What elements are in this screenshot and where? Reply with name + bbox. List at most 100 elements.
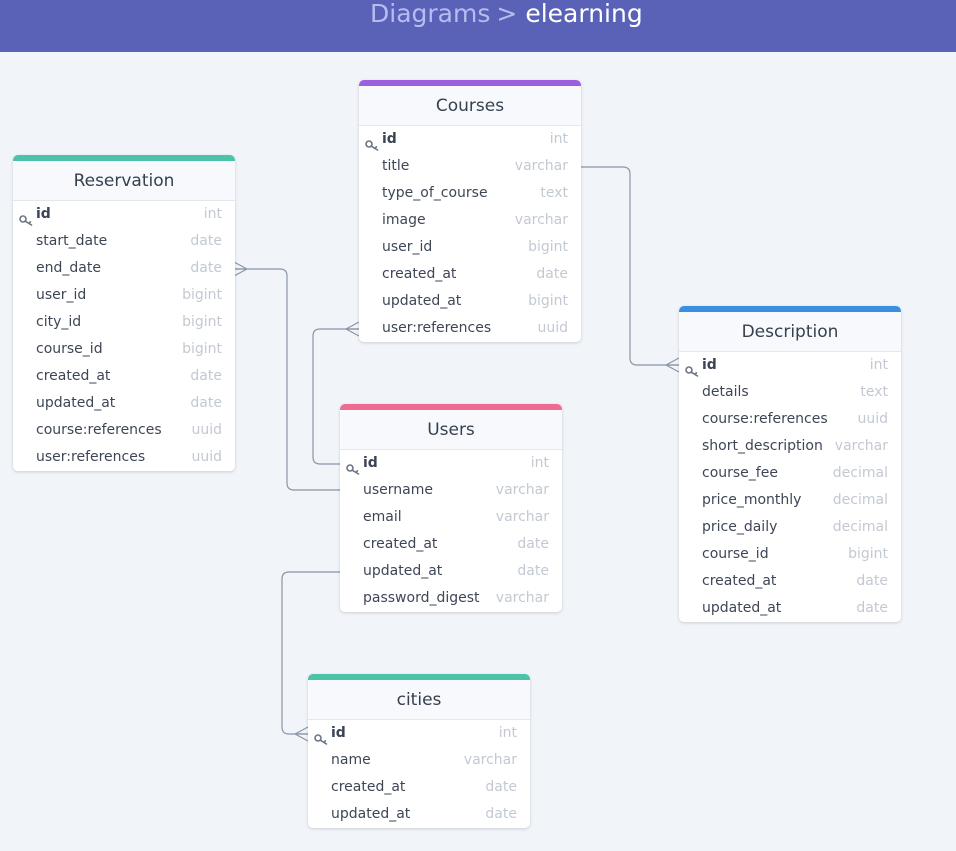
table-reservation[interactable]: Reservation id int start_date date end_date d… <box>13 155 235 471</box>
field-type: uuid <box>537 320 568 336</box>
field-type: int <box>530 455 549 471</box>
field-type: bigint <box>528 293 568 309</box>
connector-crowfoot-cities <box>294 726 309 742</box>
field-row-title[interactable]: title varchar <box>359 153 581 180</box>
field-row-course-id[interactable]: course_id bigint <box>13 336 235 363</box>
field-type: bigint <box>182 341 222 357</box>
field-type: date <box>485 806 517 822</box>
table-description[interactable]: Description id int details text course:refer… <box>679 306 901 622</box>
field-row-email[interactable]: email varchar <box>340 504 562 531</box>
field-name: id <box>363 455 378 471</box>
field-row-short-description[interactable]: short_description varchar <box>679 433 901 460</box>
primary-key-icon <box>19 209 33 226</box>
field-row-updated-at[interactable]: updated_at date <box>308 801 530 828</box>
field-type: bigint <box>182 314 222 330</box>
field-name: created_at <box>382 266 457 282</box>
field-type: varchar <box>834 438 888 454</box>
field-row-updated-at[interactable]: updated_at bigint <box>359 288 581 315</box>
field-row-price-monthly[interactable]: price_monthly decimal <box>679 487 901 514</box>
field-type: text <box>860 384 888 400</box>
connector-users-reservation[interactable] <box>234 268 340 491</box>
field-type: bigint <box>848 546 888 562</box>
field-row-created-at[interactable]: created_at date <box>13 363 235 390</box>
field-name: image <box>382 212 426 228</box>
field-row-user-id[interactable]: user_id bigint <box>359 234 581 261</box>
field-name: updated_at <box>331 806 411 822</box>
field-row-id[interactable]: id int <box>13 201 235 228</box>
field-row-id[interactable]: id int <box>679 352 901 379</box>
field-row-course-references[interactable]: course:references uuid <box>13 417 235 444</box>
field-row-password-digest[interactable]: password_digest varchar <box>340 585 562 612</box>
field-name: price_monthly <box>702 492 802 508</box>
field-row-id[interactable]: id int <box>340 450 562 477</box>
field-row-user-references[interactable]: user:references uuid <box>13 444 235 471</box>
table-users[interactable]: Users id int username varchar email varchar cr… <box>340 404 562 612</box>
field-name: username <box>363 482 433 498</box>
field-row-created-at[interactable]: created_at date <box>359 261 581 288</box>
connector-crowfoot-courses <box>345 321 360 337</box>
field-name: created_at <box>331 779 406 795</box>
field-row-updated-at[interactable]: updated_at date <box>340 558 562 585</box>
field-row-price-daily[interactable]: price_daily decimal <box>679 514 901 541</box>
field-row-end-date[interactable]: end_date date <box>13 255 235 282</box>
field-row-type-of-course[interactable]: type_of_course text <box>359 180 581 207</box>
field-type: date <box>485 779 517 795</box>
field-row-name[interactable]: name varchar <box>308 747 530 774</box>
field-type: varchar <box>514 212 568 228</box>
field-row-id[interactable]: id int <box>359 126 581 153</box>
field-name: user_id <box>382 239 433 255</box>
field-type: decimal <box>832 519 888 535</box>
field-type: varchar <box>495 509 549 525</box>
field-name: title <box>382 158 410 174</box>
field-type: decimal <box>832 492 888 508</box>
field-type: int <box>498 725 517 741</box>
field-type: date <box>856 600 888 616</box>
field-type: uuid <box>857 411 888 427</box>
field-name: id <box>702 357 717 373</box>
field-type: int <box>549 131 568 147</box>
field-type: uuid <box>191 422 222 438</box>
field-type: varchar <box>495 482 549 498</box>
field-row-course-fee[interactable]: course_fee decimal <box>679 460 901 487</box>
field-row-course-id[interactable]: course_id bigint <box>679 541 901 568</box>
field-row-created-at[interactable]: created_at date <box>308 774 530 801</box>
field-name: created_at <box>702 573 777 589</box>
field-name: end_date <box>36 260 101 276</box>
field-name: type_of_course <box>382 185 488 201</box>
field-type: date <box>517 563 549 579</box>
field-row-created-at[interactable]: created_at date <box>679 568 901 595</box>
field-row-user-references[interactable]: user:references uuid <box>359 315 581 342</box>
table-courses[interactable]: Courses id int title varchar type_of_course t… <box>359 80 581 342</box>
field-row-updated-at[interactable]: updated_at date <box>13 390 235 417</box>
field-type: varchar <box>463 752 517 768</box>
field-row-id[interactable]: id int <box>308 720 530 747</box>
field-name: details <box>702 384 749 400</box>
field-row-created-at[interactable]: created_at date <box>340 531 562 558</box>
primary-key-icon <box>314 728 328 745</box>
field-type: decimal <box>832 465 888 481</box>
field-name: course_id <box>36 341 103 357</box>
field-row-city-id[interactable]: city_id bigint <box>13 309 235 336</box>
field-name: course_fee <box>702 465 778 481</box>
primary-key-icon <box>346 458 360 475</box>
field-row-updated-at[interactable]: updated_at date <box>679 595 901 622</box>
field-name: created_at <box>36 368 111 384</box>
field-row-user-id[interactable]: user_id bigint <box>13 282 235 309</box>
field-type: int <box>869 357 888 373</box>
field-name: user_id <box>36 287 87 303</box>
field-row-username[interactable]: username varchar <box>340 477 562 504</box>
connector-crowfoot-description <box>665 357 680 373</box>
table-cities[interactable]: cities id int name varchar created_at date upd… <box>308 674 530 828</box>
field-row-start-date[interactable]: start_date date <box>13 228 235 255</box>
field-name: updated_at <box>702 600 782 616</box>
field-row-course-references[interactable]: course:references uuid <box>679 406 901 433</box>
field-row-image[interactable]: image varchar <box>359 207 581 234</box>
primary-key-icon <box>685 360 699 377</box>
field-name: id <box>36 206 51 222</box>
connector-courses-description[interactable] <box>580 166 679 366</box>
field-row-details[interactable]: details text <box>679 379 901 406</box>
table-title: Users <box>340 410 562 450</box>
connector-crowfoot-reservation <box>233 261 248 277</box>
field-name: price_daily <box>702 519 778 535</box>
field-type: varchar <box>495 590 549 606</box>
